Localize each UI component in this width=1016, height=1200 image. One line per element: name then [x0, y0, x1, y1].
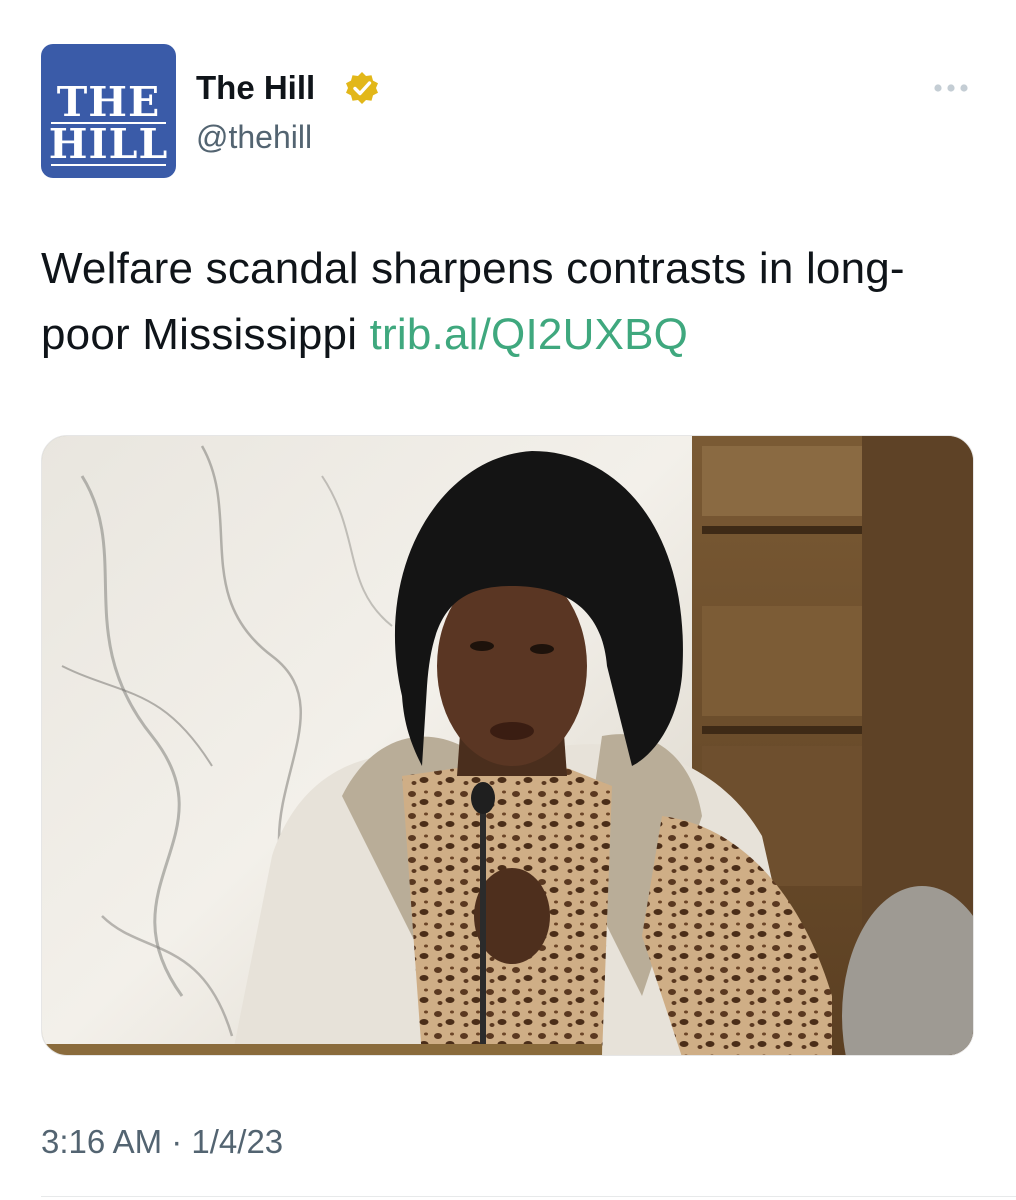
more-horizontal-icon[interactable]	[927, 74, 975, 102]
avatar-logo-text-line1: THE	[56, 78, 161, 126]
photo-woman-speaking-at-microphone	[42, 436, 973, 1055]
timestamp-separator: ·	[162, 1123, 192, 1160]
tweet-date: 1/4/23	[191, 1123, 284, 1160]
tweet-timestamp[interactable]: 3:16 AM · 1/4/23	[41, 1120, 283, 1164]
verified-badge-icon	[346, 72, 378, 104]
tweet-text: Welfare scandal sharpens contrasts in lo…	[41, 236, 981, 368]
tweet-media-photo[interactable]	[41, 435, 974, 1056]
tweet-link[interactable]: trib.al/QI2UXBQ	[370, 310, 688, 359]
divider	[41, 1196, 1016, 1197]
author-avatar[interactable]: THE HILL	[41, 44, 176, 178]
avatar-logo-text-line2: HILL	[48, 120, 169, 168]
author-name[interactable]: The Hill	[196, 68, 315, 108]
author-handle[interactable]: @thehill	[196, 117, 312, 157]
tweet-time: 3:16 AM	[41, 1123, 163, 1160]
